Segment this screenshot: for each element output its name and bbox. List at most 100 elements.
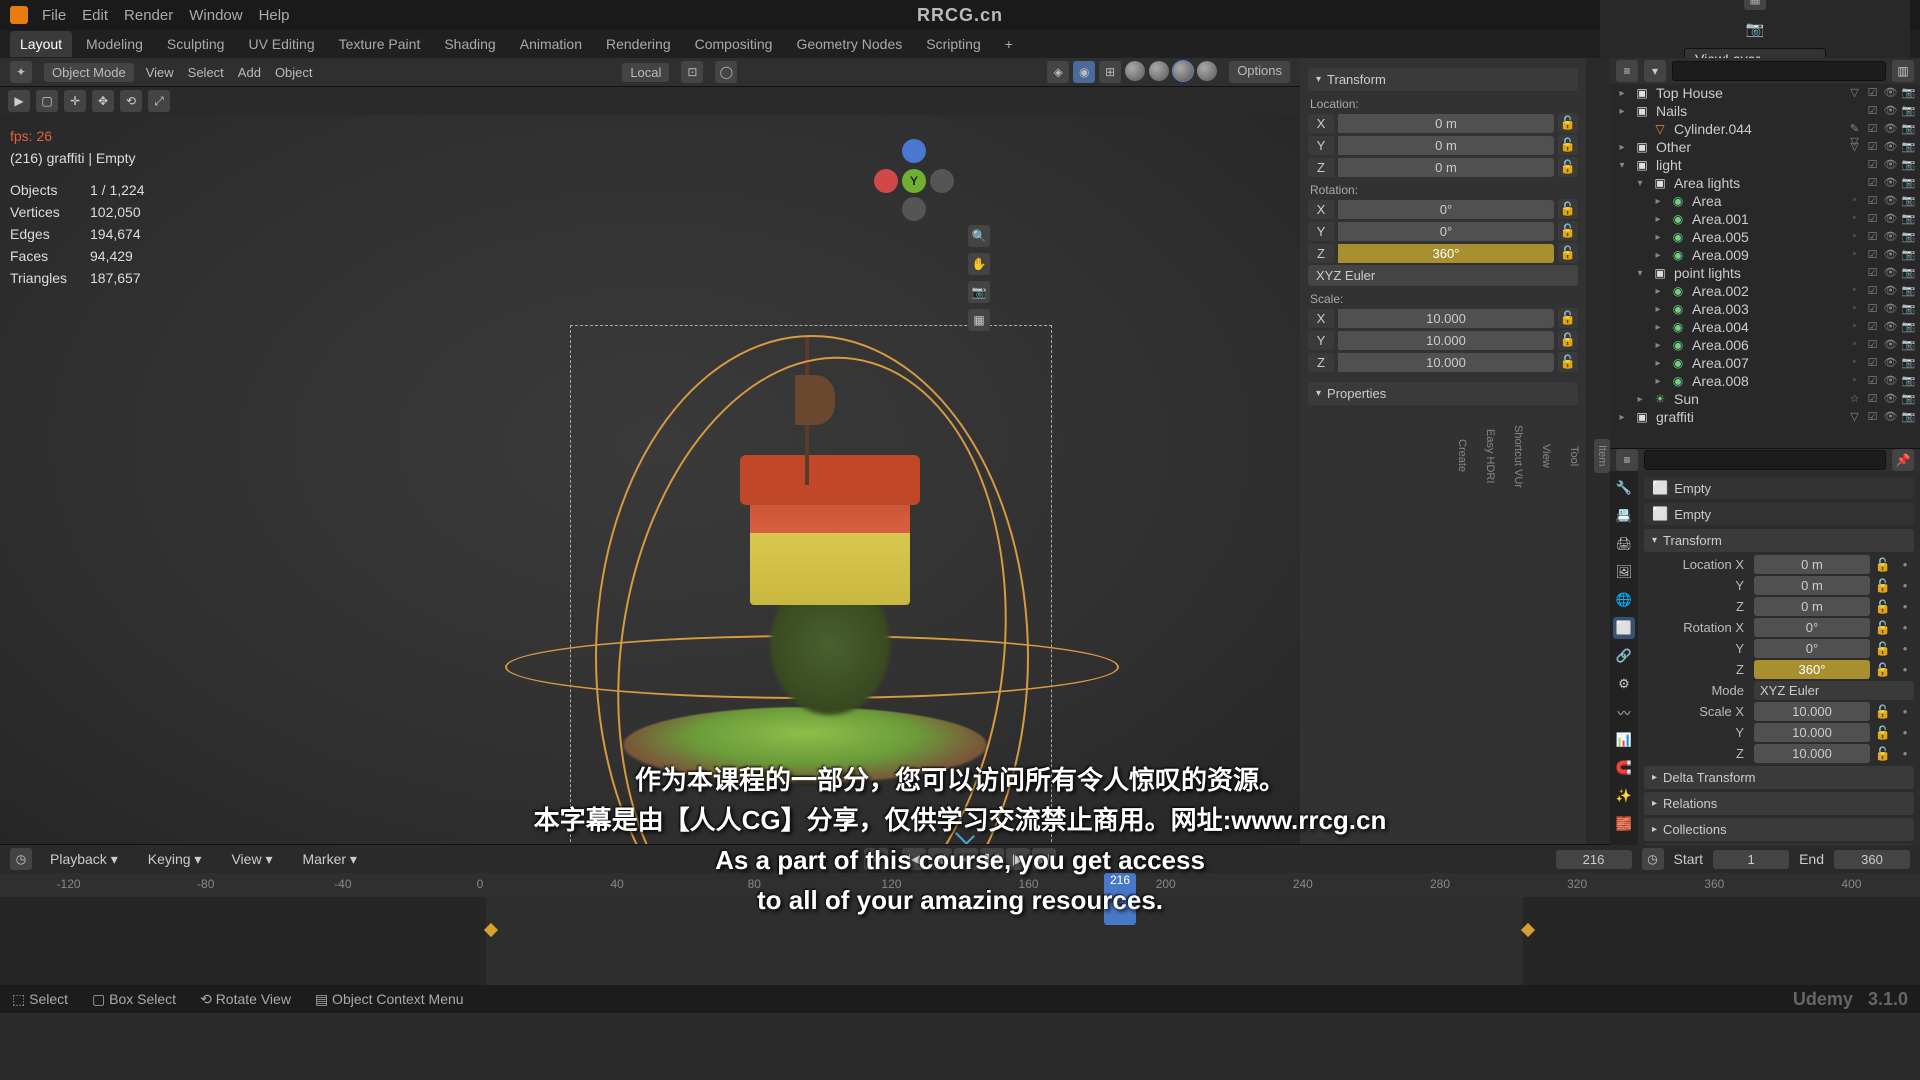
add-workspace-icon[interactable]: + [995, 31, 1023, 57]
object-name[interactable]: Area.008 [1692, 373, 1841, 389]
value-field[interactable]: 10.000 [1754, 723, 1870, 742]
rotation-mode-dropdown[interactable]: XYZ Euler [1754, 681, 1914, 700]
ntab-shortcut-vur[interactable]: Shortcut VUr [1510, 419, 1526, 494]
prop-tab-0[interactable]: 🔧 [1613, 477, 1635, 499]
hide-icon[interactable]: 👁 [1883, 320, 1898, 335]
hide-icon[interactable]: 👁 [1883, 86, 1898, 101]
props-type-icon[interactable]: ≡ [1616, 449, 1638, 471]
value-field[interactable]: 0 m [1338, 114, 1554, 133]
outliner-row[interactable]: ▾▣point lights☑👁📷 [1610, 264, 1920, 282]
object-name[interactable]: point lights [1674, 265, 1841, 281]
object-name[interactable]: Area.006 [1692, 337, 1841, 353]
exclude-icon[interactable]: ☑ [1865, 284, 1880, 299]
disable-icon[interactable]: 📷 [1901, 392, 1916, 407]
value-field[interactable]: 10.000 [1338, 331, 1554, 350]
tab-scripting[interactable]: Scripting [916, 31, 990, 57]
value-field[interactable]: 0° [1754, 618, 1870, 637]
menu-help[interactable]: Help [259, 7, 290, 24]
value-field[interactable]: 0 m [1754, 576, 1870, 595]
perspective-icon[interactable]: ▦ [968, 309, 990, 331]
select-box-icon[interactable]: ▢ [36, 90, 58, 112]
extras-icon[interactable]: ◦ [1847, 320, 1862, 335]
value-field[interactable]: 0 m [1754, 597, 1870, 616]
keyframe-dot-icon[interactable]: • [1896, 704, 1914, 719]
scale-tool-icon[interactable]: ⤢ [148, 90, 170, 112]
extras-icon[interactable]: ◦ [1847, 230, 1862, 245]
hide-icon[interactable]: 👁 [1883, 122, 1898, 137]
object-name[interactable]: Area.009 [1692, 247, 1841, 263]
keyframe-icon[interactable] [1520, 923, 1534, 937]
disable-icon[interactable]: 📷 [1901, 410, 1916, 425]
outliner-row[interactable]: ▸◉Area.009◦☑👁📷 [1610, 246, 1920, 264]
extras-icon[interactable]: ◦ [1847, 356, 1862, 371]
extras-icon[interactable]: ◦ [1847, 374, 1862, 389]
exclude-icon[interactable]: ☑ [1865, 338, 1880, 353]
hide-icon[interactable]: 👁 [1883, 104, 1898, 119]
exclude-icon[interactable]: ☑ [1865, 356, 1880, 371]
filter-icon[interactable]: ▥ [1892, 60, 1914, 82]
keyframe-dot-icon[interactable]: • [1896, 578, 1914, 593]
snap-icon[interactable]: ⊡ [681, 61, 703, 83]
vpmenu-object[interactable]: Object [275, 65, 313, 80]
value-field[interactable]: 360° [1754, 660, 1870, 679]
hide-icon[interactable]: 👁 [1883, 392, 1898, 407]
lock-icon[interactable]: 🔓 [1558, 330, 1578, 350]
extras-icon[interactable] [1847, 266, 1862, 281]
value-field[interactable]: 0° [1338, 222, 1554, 241]
shading-material[interactable] [1173, 61, 1193, 81]
lock-icon[interactable]: 🔓 [1874, 662, 1892, 678]
hide-icon[interactable]: 👁 [1883, 284, 1898, 299]
chevron-icon[interactable]: ▸ [1634, 394, 1646, 405]
proportional-icon[interactable]: ◯ [715, 61, 737, 83]
prop-tab-1[interactable]: 📇 [1613, 505, 1635, 527]
chevron-icon[interactable]: ▸ [1616, 106, 1628, 117]
hide-icon[interactable]: 👁 [1883, 140, 1898, 155]
ntab-item[interactable]: Item [1594, 439, 1610, 472]
new-scene-icon[interactable]: ▦ [1744, 0, 1766, 10]
prop-tab-7[interactable]: ⚙ [1613, 673, 1635, 695]
tab-uv-editing[interactable]: UV Editing [238, 31, 324, 57]
value-field[interactable]: 0 m [1754, 555, 1870, 574]
exclude-icon[interactable]: ☑ [1865, 158, 1880, 173]
disable-icon[interactable]: 📷 [1901, 284, 1916, 299]
object-name[interactable]: Area.003 [1692, 301, 1841, 317]
chevron-icon[interactable]: ▸ [1652, 304, 1664, 315]
chevron-icon[interactable]: ▸ [1652, 358, 1664, 369]
lock-icon[interactable]: 🔓 [1874, 641, 1892, 657]
extras-icon[interactable]: ▽ [1847, 140, 1862, 155]
value-field[interactable]: 360° [1338, 244, 1554, 263]
exclude-icon[interactable]: ☑ [1865, 104, 1880, 119]
object-name[interactable]: Nails [1656, 103, 1841, 119]
extras-icon[interactable] [1847, 104, 1862, 119]
exclude-icon[interactable]: ☑ [1865, 320, 1880, 335]
tab-shading[interactable]: Shading [434, 31, 505, 57]
chevron-icon[interactable]: ▸ [1616, 412, 1628, 423]
props-search[interactable] [1644, 450, 1886, 470]
vpmenu-add[interactable]: Add [238, 65, 261, 80]
menu-render[interactable]: Render [124, 7, 173, 24]
object-name[interactable]: Area.002 [1692, 283, 1841, 299]
hide-icon[interactable]: 👁 [1883, 194, 1898, 209]
ntab-tool[interactable]: Tool [1566, 440, 1582, 472]
tab-modeling[interactable]: Modeling [76, 31, 153, 57]
outliner-row[interactable]: ▸▣graffiti▽☑👁📷 [1610, 408, 1920, 426]
extras-icon[interactable]: ◦ [1847, 302, 1862, 317]
menu-file[interactable]: File [42, 7, 66, 24]
tab-geometry-nodes[interactable]: Geometry Nodes [786, 31, 912, 57]
object-name[interactable]: graffiti [1656, 409, 1841, 425]
chevron-icon[interactable]: ▸ [1652, 340, 1664, 351]
hide-icon[interactable]: 👁 [1883, 248, 1898, 263]
outliner-row[interactable]: ▸▣Nails☑👁📷 [1610, 102, 1920, 120]
disable-icon[interactable]: 📷 [1901, 104, 1916, 119]
exclude-icon[interactable]: ☑ [1865, 194, 1880, 209]
value-field[interactable]: 10.000 [1338, 309, 1554, 328]
axis-neg-icon[interactable] [930, 169, 954, 193]
exclude-icon[interactable]: ☑ [1865, 122, 1880, 137]
object-name[interactable]: Sun [1674, 391, 1841, 407]
extras-icon[interactable]: ☆ [1847, 392, 1862, 407]
chevron-icon[interactable]: ▸ [1652, 322, 1664, 333]
disable-icon[interactable]: 📷 [1901, 230, 1916, 245]
viewport-3d[interactable]: fps: 26 (216) graffiti | Empty Objects1 … [0, 115, 1300, 844]
tab-sculpting[interactable]: Sculpting [157, 31, 235, 57]
extras-icon[interactable]: ◦ [1847, 248, 1862, 263]
